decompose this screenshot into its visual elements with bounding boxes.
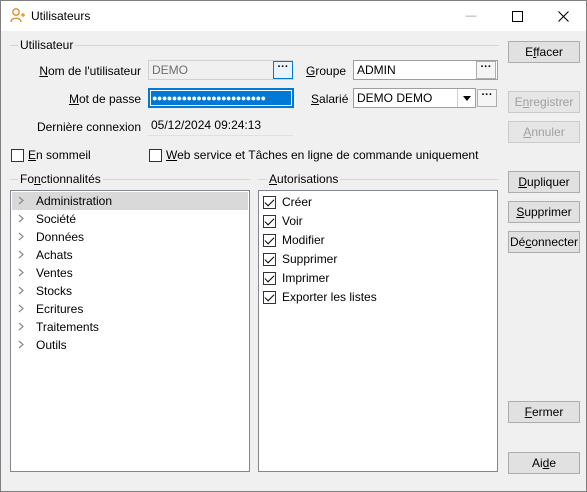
chevron-right-icon[interactable] xyxy=(18,340,28,350)
last-login-label: Dernière connexion xyxy=(36,120,141,134)
password-label: Mot de passe xyxy=(68,92,141,106)
permissions-label: Autorisations xyxy=(267,172,341,186)
user-icon xyxy=(10,8,25,23)
sleep-checkbox[interactable] xyxy=(11,149,24,162)
group-divider xyxy=(10,45,499,46)
permission-label: Modifier xyxy=(282,233,325,247)
window-title: Utilisateurs xyxy=(31,9,91,23)
tree-item-label: Stocks xyxy=(36,284,73,298)
chevron-right-icon[interactable] xyxy=(18,286,28,296)
minimize-icon: — xyxy=(465,10,477,22)
permission-checkbox[interactable] xyxy=(263,272,276,285)
tree-item-label: Achats xyxy=(36,248,73,262)
permission-label: Voir xyxy=(282,214,303,228)
aide-button[interactable]: Aide xyxy=(508,452,580,474)
permission-checkbox[interactable] xyxy=(263,253,276,266)
chevron-down-icon xyxy=(462,95,471,101)
salarie-browse-button[interactable]: ··· xyxy=(477,89,497,107)
salarie-dropdown-button[interactable] xyxy=(457,89,475,107)
webservice-checkbox[interactable] xyxy=(149,149,162,162)
title-bar: Utilisateurs — xyxy=(1,1,586,31)
tree-item-label: Outils xyxy=(36,338,67,352)
salarie-label: Salarié xyxy=(311,92,349,106)
chevron-right-icon[interactable] xyxy=(18,214,28,224)
permission-label: Imprimer xyxy=(282,271,330,285)
groupe-browse-button[interactable]: ··· xyxy=(476,61,496,79)
tree-item-label: Traitements xyxy=(36,320,99,334)
username-browse-button[interactable]: ··· xyxy=(273,61,293,79)
permission-checkbox[interactable] xyxy=(263,196,276,209)
last-login-value: 05/12/2024 09:24:13 xyxy=(148,116,293,136)
chevron-right-icon[interactable] xyxy=(18,196,28,206)
password-field[interactable]: ●●●●●●●●●●●●●●●●●●●●●●● xyxy=(148,88,294,108)
chevron-right-icon[interactable] xyxy=(18,250,28,260)
chevron-right-icon[interactable] xyxy=(18,304,28,314)
supprimer-button[interactable]: Supprimer xyxy=(508,201,580,223)
close-button[interactable] xyxy=(540,1,586,31)
features-label: Fonctionnalités xyxy=(18,172,103,186)
tree-item[interactable]: Données xyxy=(12,228,248,246)
username-field[interactable]: DEMO xyxy=(148,60,293,80)
tree-item-label: Ecritures xyxy=(36,302,84,316)
users-dialog: Utilisateurs — Utilisateur Nom de l'util… xyxy=(0,0,587,492)
annuler-button[interactable]: Annuler xyxy=(508,121,580,143)
sleep-label: En sommeil xyxy=(28,148,91,162)
groupe-label: Groupe xyxy=(306,64,347,78)
permission-checkbox[interactable] xyxy=(263,215,276,228)
tree-item[interactable]: Stocks xyxy=(12,282,248,300)
tree-item[interactable]: Traitements xyxy=(12,318,248,336)
deconnecter-button[interactable]: Déconnecter xyxy=(508,231,580,253)
tree-item-label: Ventes xyxy=(36,266,73,280)
chevron-right-icon[interactable] xyxy=(18,232,28,242)
tree-item[interactable]: Société xyxy=(12,210,248,228)
tree-item[interactable]: Ecritures xyxy=(12,300,248,318)
dupliquer-button[interactable]: Dupliquer xyxy=(508,171,580,193)
tree-item-label: Données xyxy=(36,230,85,244)
chevron-right-icon[interactable] xyxy=(18,322,28,332)
user-group-label: Utilisateur xyxy=(18,38,76,52)
maximize-icon xyxy=(511,10,523,22)
effacer-button[interactable]: Effacer xyxy=(508,41,580,63)
permissions-list[interactable]: Créer Voir Modifier Supprimer Imprimer Export… xyxy=(258,190,498,472)
features-tree[interactable]: Administration Société Données Achats Ventes… xyxy=(10,190,250,472)
fermer-button[interactable]: Fermer xyxy=(508,401,580,423)
tree-item-label: Société xyxy=(36,212,77,226)
username-label: Nom de l'utilisateur xyxy=(39,64,141,78)
permission-checkbox[interactable] xyxy=(263,234,276,247)
tree-item[interactable]: Ventes xyxy=(12,264,248,282)
permission-label: Exporter les listes xyxy=(282,290,377,304)
maximize-button[interactable] xyxy=(494,1,540,31)
webservice-label: Web service et Tâches en ligne de comman… xyxy=(166,148,479,162)
tree-item-label: Administration xyxy=(36,194,113,208)
permission-label: Créer xyxy=(282,195,313,209)
permission-label: Supprimer xyxy=(282,252,338,266)
tree-item[interactable]: Outils xyxy=(12,336,248,354)
minimize-button[interactable]: — xyxy=(448,1,494,31)
tree-item[interactable]: Achats xyxy=(12,246,248,264)
chevron-right-icon[interactable] xyxy=(18,268,28,278)
password-value: ●●●●●●●●●●●●●●●●●●●●●●● xyxy=(151,91,291,105)
tree-item[interactable]: Administration xyxy=(12,192,248,210)
enregistrer-button[interactable]: Enregistrer xyxy=(508,91,580,113)
close-icon xyxy=(557,10,569,22)
permission-checkbox[interactable] xyxy=(263,291,276,304)
